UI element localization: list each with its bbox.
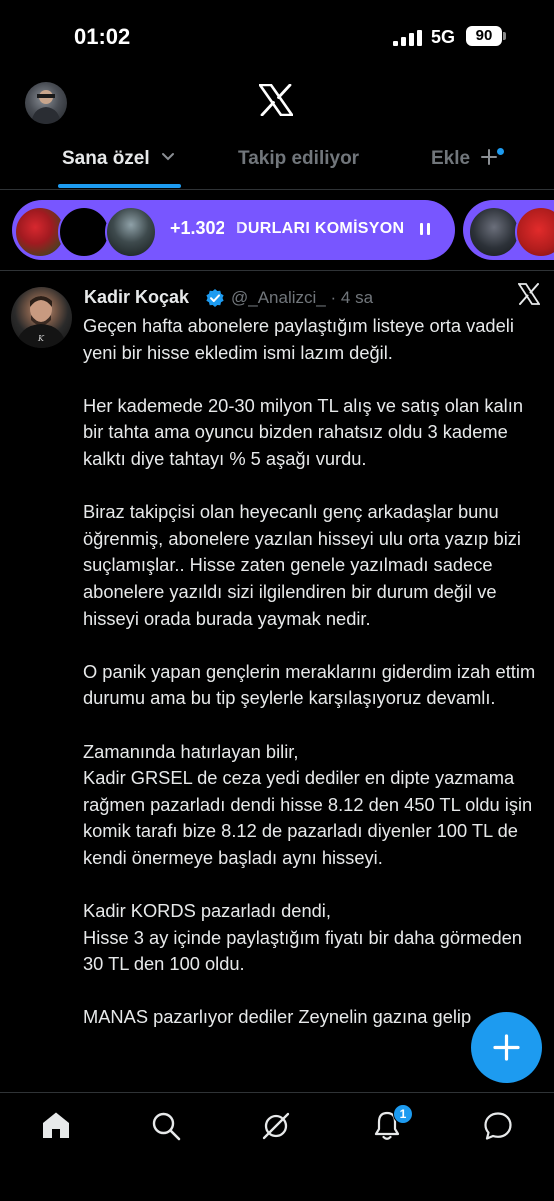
grok-icon[interactable] bbox=[261, 1111, 291, 1141]
tweet-paragraph: Biraz takipçisi olan heyecanlı genç arka… bbox=[83, 501, 521, 629]
author-name[interactable]: Kadir Koçak bbox=[84, 287, 189, 308]
plus-icon bbox=[493, 1034, 520, 1061]
separator: · bbox=[330, 288, 337, 307]
compose-button[interactable] bbox=[471, 1012, 542, 1083]
profile-avatar[interactable] bbox=[25, 82, 67, 124]
title-fade bbox=[224, 200, 244, 260]
plus-icon bbox=[481, 149, 498, 165]
x-logo-icon[interactable] bbox=[259, 84, 293, 116]
tweet-text: Geçen hafta abonelere paylaştığım listey… bbox=[83, 313, 543, 1058]
tab-for-you[interactable]: Sana özel bbox=[62, 148, 175, 170]
tweet-paragraph: Zamanında hatırlayan bilir, Kadir GRSEL … bbox=[83, 740, 533, 868]
tweet-paragraph: Her kademede 20-30 milyon TL alış ve sat… bbox=[83, 394, 523, 469]
author-handle-time: @_Analizci_ · 4 sa bbox=[231, 288, 373, 308]
network-type: 5G bbox=[431, 27, 456, 47]
tweet-paragraph: Kadir KORDS pazarladı dendi, Hisse 3 ay … bbox=[83, 900, 522, 975]
tweet-paragraph: Geçen hafta abonelere paylaştığım listey… bbox=[83, 315, 514, 363]
live-space-bar[interactable]: +1.302 DURLARI KOMİSYON bbox=[12, 200, 455, 260]
author-avatar[interactable]: K bbox=[11, 287, 72, 348]
battery-tip bbox=[503, 32, 506, 40]
tab-label: Sana özel bbox=[62, 148, 150, 169]
space-participant-avatar bbox=[105, 206, 157, 258]
live-audio-icon bbox=[420, 223, 430, 235]
profile-photo-icon bbox=[31, 90, 61, 124]
notification-badge: 1 bbox=[393, 1104, 413, 1124]
tab-following[interactable]: Takip ediliyor bbox=[238, 148, 359, 170]
tweet-paragraph: O panik yapan gençlerin meraklarını gide… bbox=[83, 660, 536, 709]
home-icon[interactable] bbox=[41, 1111, 71, 1139]
status-time: 01:02 bbox=[74, 24, 131, 49]
divider bbox=[0, 189, 554, 190]
tab-add[interactable]: Ekle bbox=[431, 148, 498, 170]
space-participant-avatar bbox=[468, 206, 520, 258]
messages-icon[interactable] bbox=[483, 1111, 513, 1141]
battery-indicator: 90 bbox=[466, 26, 502, 46]
active-tab-indicator bbox=[58, 184, 181, 188]
space-title: DURLARI KOMİSYON bbox=[236, 220, 405, 237]
search-icon[interactable] bbox=[151, 1111, 181, 1141]
tweet-time: 4 sa bbox=[340, 288, 374, 307]
space-listener-count: +1.302 bbox=[170, 218, 226, 238]
author-handle[interactable]: @_Analizci_ bbox=[231, 288, 326, 307]
tab-label: Ekle bbox=[431, 148, 471, 169]
space-participant-avatar bbox=[515, 206, 554, 258]
signal-icon bbox=[393, 30, 422, 46]
svg-text:K: K bbox=[37, 334, 45, 343]
live-space-bar-2[interactable] bbox=[463, 200, 554, 260]
new-indicator-dot bbox=[497, 148, 504, 155]
author-photo-icon: K bbox=[15, 296, 67, 348]
space-participant-avatar bbox=[58, 206, 110, 258]
divider bbox=[0, 270, 554, 271]
grok-icon[interactable] bbox=[518, 283, 540, 305]
verified-badge-icon bbox=[206, 289, 224, 307]
bottom-nav bbox=[0, 1092, 554, 1201]
chevron-down-icon bbox=[161, 153, 174, 161]
